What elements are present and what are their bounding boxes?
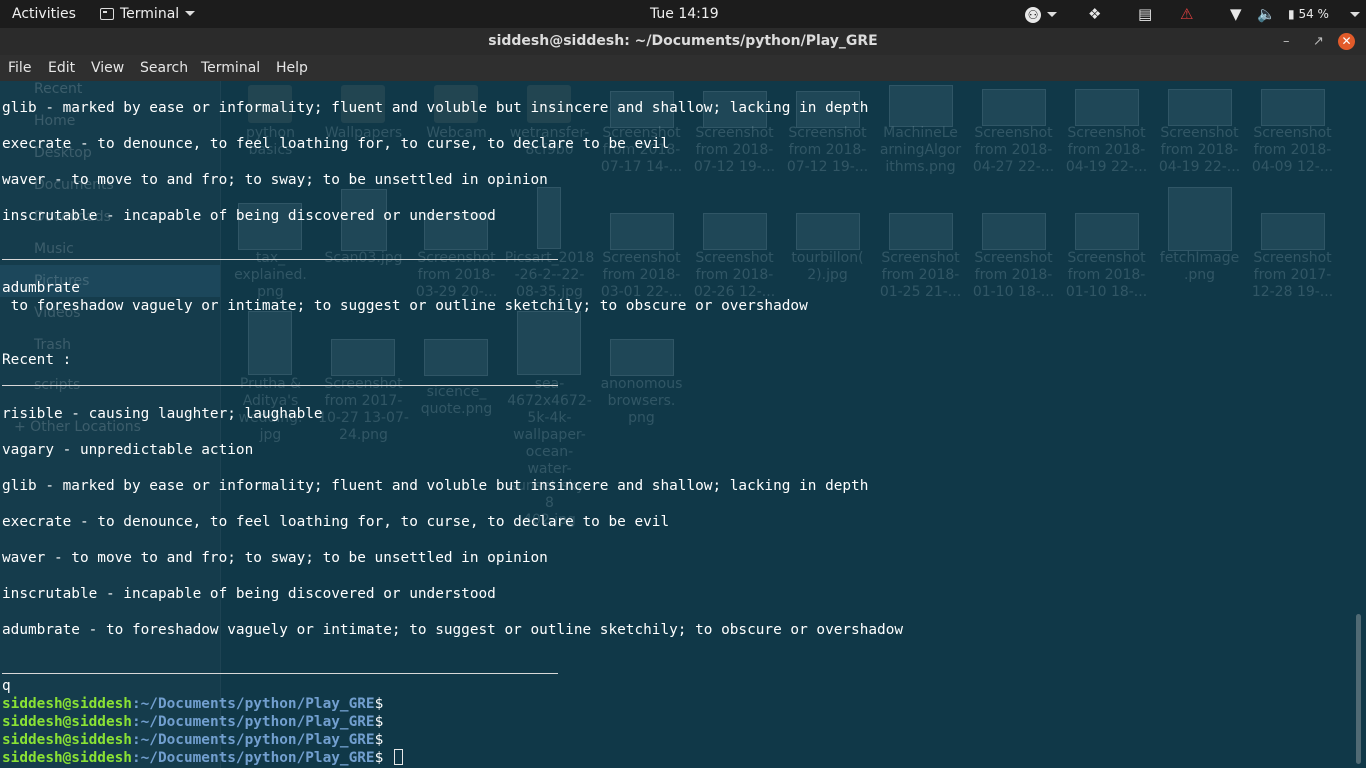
shell-prompt: siddesh@siddesh:~/Documents/python/Play_… [2,713,383,731]
terminal-line: glib - marked by ease or informality; fl… [2,100,869,116]
chevron-down-icon [1350,12,1360,17]
volume-icon[interactable]: 🔈 [1257,4,1276,24]
separator-line [2,672,558,674]
menu-bar: File Edit View Search Terminal Help [0,55,1366,81]
battery-percent: 54 % [1298,7,1329,21]
shell-prompt: siddesh@siddesh:~/Documents/python/Play_… [2,731,383,749]
scrollbar[interactable] [1356,614,1361,764]
wifi-icon[interactable]: ▼ [1230,4,1242,24]
window-title-bar[interactable]: siddesh@siddesh: ~/Documents/python/Play… [0,28,1366,55]
separator-line [2,258,558,260]
menu-search[interactable]: Search [140,55,188,81]
terminal-line: execrate - to denounce, to feel loathing… [2,514,670,530]
terminal-icon [100,8,114,20]
prompt-user: siddesh@siddesh [2,732,132,748]
battery-icon: ▮ [1288,7,1295,21]
prompt-path: :~/Documents/python/Play_GRE [131,732,375,748]
terminal-line: adumbrate [2,280,80,296]
maximize-button[interactable]: ↗ [1313,28,1324,55]
activities-button[interactable]: Activities [12,0,76,28]
prompt-user: siddesh@siddesh [2,750,132,766]
chevron-down-icon [185,11,196,16]
shell-prompt-active[interactable]: siddesh@siddesh:~/Documents/python/Play_… [2,749,403,767]
battery-indicator[interactable]: ▮ 54 % [1288,4,1329,24]
prompt-symbol: $ [374,714,384,730]
separator-line [2,384,558,386]
window-title: siddesh@siddesh: ~/Documents/python/Play… [488,33,878,49]
text-cursor [393,749,403,765]
menu-edit[interactable]: Edit [48,55,75,81]
gnome-top-bar: Activities Terminal Tue 14:19 ⚇ ❖ ▤ ⚠ ▼ … [0,0,1366,28]
app-menu[interactable]: Terminal [100,0,196,28]
menu-view[interactable]: View [91,55,124,81]
app-menu-label: Terminal [120,6,180,22]
system-menu-button[interactable] [1344,4,1360,24]
prompt-user: siddesh@siddesh [2,714,132,730]
terminal-line: execrate - to denounce, to feel loathing… [2,136,670,152]
prompt-symbol: $ [374,750,384,766]
shell-prompt: siddesh@siddesh:~/Documents/python/Play_… [2,695,383,713]
chevron-down-icon [1047,12,1057,17]
menu-help[interactable]: Help [276,55,308,81]
prompt-symbol: $ [374,696,384,712]
terminal-line: vagary - unpredictable action [2,442,254,458]
accessibility-icon: ⚇ [1025,7,1041,23]
terminal-line: Recent : [2,352,72,368]
menu-terminal[interactable]: Terminal [201,55,260,81]
terminal-line: inscrutable - incapable of being discove… [2,208,496,224]
prompt-symbol: $ [374,732,384,748]
clock[interactable]: Tue 14:19 [650,0,719,28]
prompt-user: siddesh@siddesh [2,696,132,712]
warning-icon[interactable]: ⚠ [1180,4,1193,24]
slack-tray-icon[interactable]: ❖ [1088,4,1101,24]
minimize-button[interactable]: – [1283,28,1290,55]
terminal-line: q [2,678,11,694]
terminal-line: to foreshadow vaguely or intimate; to su… [2,298,808,314]
prompt-path: :~/Documents/python/Play_GRE [131,714,375,730]
terminal-line: glib - marked by ease or informality; fl… [2,478,869,494]
terminal-line: waver - to move to and fro; to sway; to … [2,550,548,566]
prompt-path: :~/Documents/python/Play_GRE [131,750,375,766]
terminal-line: waver - to move to and fro; to sway; to … [2,172,548,188]
prompt-path: :~/Documents/python/Play_GRE [131,696,375,712]
terminal-output[interactable]: glib - marked by ease or informality; fl… [0,81,1366,768]
menu-file[interactable]: File [8,55,31,81]
terminal-line: risible - causing laughter; laughable [2,406,323,422]
terminal-view[interactable]: Recent Home Desktop Documents Downloads … [0,81,1366,768]
terminal-line: inscrutable - incapable of being discove… [2,586,496,602]
terminal-line: adumbrate - to foreshadow vaguely or int… [2,622,904,638]
close-button[interactable]: ✕ [1338,33,1355,50]
accessibility-menu[interactable]: ⚇ [1025,4,1057,24]
menu-tray-icon[interactable]: ▤ [1138,4,1152,24]
